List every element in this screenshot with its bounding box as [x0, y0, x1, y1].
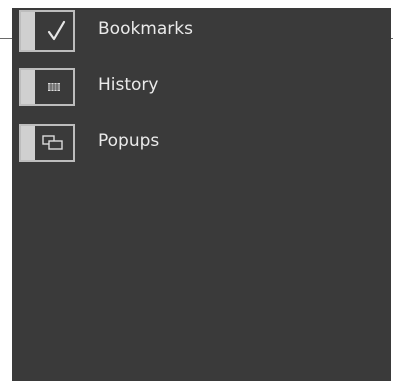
popups-windows-icon: [42, 135, 63, 150]
menu-item-label: History: [98, 75, 159, 95]
history-grid-icon: [48, 83, 60, 91]
checkmark-icon: [47, 20, 66, 41]
popups-toggle-box[interactable]: [19, 124, 75, 162]
menu-item-bookmarks[interactable]: Bookmarks: [12, 8, 391, 54]
menu-item-label: Bookmarks: [98, 19, 193, 39]
menu-item-popups[interactable]: Popups: [12, 120, 391, 166]
sidebar-menu-panel: Bookmarks History Popups: [12, 8, 391, 381]
toggle-accent-bar: [21, 126, 35, 160]
menu-item-label: Popups: [98, 131, 160, 151]
bookmarks-toggle-box[interactable]: [19, 10, 75, 52]
menu-item-history[interactable]: History: [12, 64, 391, 110]
toggle-accent-bar: [21, 70, 35, 104]
screen: Bookmarks History Popups: [0, 0, 393, 381]
history-toggle-box[interactable]: [19, 68, 75, 106]
toggle-accent-bar: [21, 12, 35, 50]
